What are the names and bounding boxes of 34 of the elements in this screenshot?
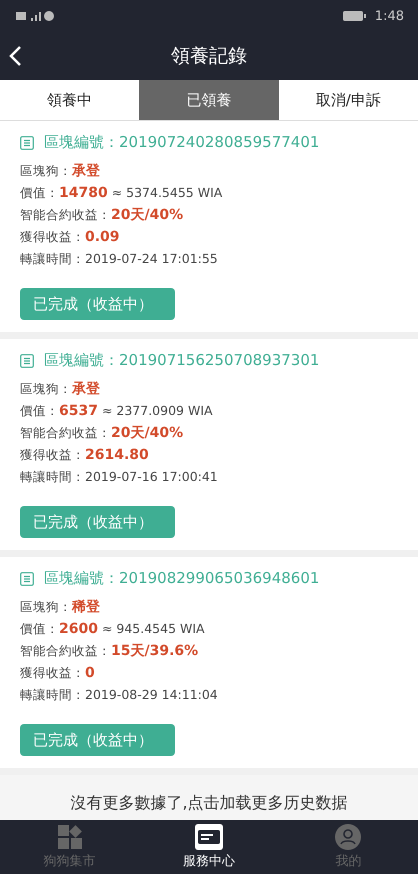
status-time: 1:48 [374,8,404,24]
dog-line: 區塊狗：承登 [20,162,101,181]
page-title: 領養記錄 [171,44,247,69]
dog-line: 區塊狗：承登 [20,380,101,399]
nav-label: 服務中心 [182,853,235,870]
nav-label: 我的 [335,853,362,870]
contract-line: 智能合約收益：20天/40% [20,424,184,443]
earned-line: 獲得收益：2614.80 [20,446,150,465]
nav-item[interactable]: 服務中心 [139,820,279,874]
time-line: 轉讓時間：2019-08-29 14:11:04 [20,686,219,704]
time-line: 轉讓時間：2019-07-24 17:01:55 [20,250,219,268]
earned-line: 獲得收益：0.09 [20,228,121,247]
block-number: 區塊編號：201907156250708937301 [44,351,320,370]
signal-icon [16,10,56,22]
tab[interactable]: 已領養 [139,80,279,120]
contract-line: 智能合約收益：20天/40% [20,206,184,225]
earned-line: 獲得收益：0 [20,664,96,683]
battery-icon [342,10,367,22]
list-icon [20,572,34,586]
card-icon [194,824,223,850]
list-icon [20,136,34,150]
value-line: 價值：14780 ≈ 5374.5455 WIA [20,184,224,203]
grid-icon [56,824,83,850]
nav-label: 狗狗集市 [44,853,96,870]
value-line: 價值：2600 ≈ 945.4545 WIA [20,620,206,639]
time-line: 轉讓時間：2019-07-16 17:00:41 [20,468,219,486]
block-number: 區塊編號：201908299065036948601 [44,569,320,588]
contract-line: 智能合約收益：15天/39.6% [20,642,200,661]
list-icon [20,354,34,368]
dog-line: 區塊狗：稀登 [20,598,101,617]
back-icon[interactable] [8,45,22,67]
value-line: 價值：6537 ≈ 2377.0909 WIA [20,402,214,421]
block-number: 區塊編號：201907240280859577401 [44,133,320,152]
user-icon [335,824,362,850]
